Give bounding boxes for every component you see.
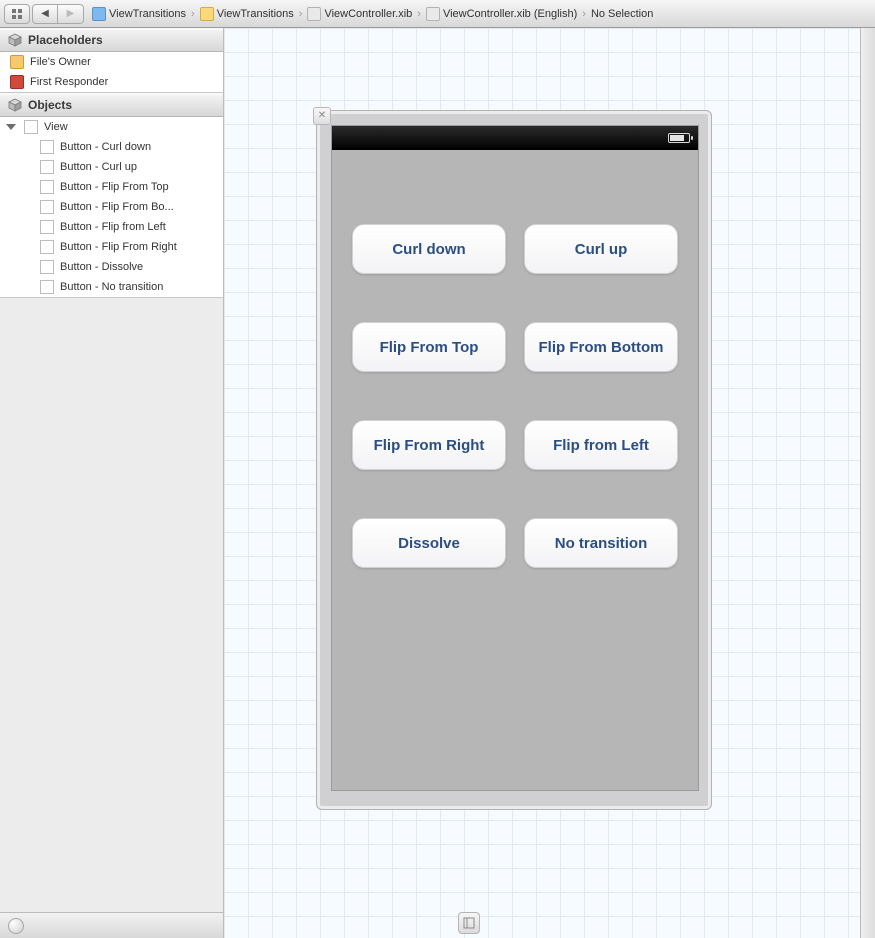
section-title: Objects <box>28 98 72 112</box>
canvas[interactable]: ✕ Curl down Curl up Flip From Top Flip F… <box>224 28 875 938</box>
button-label: Flip From Right <box>374 437 485 454</box>
breadcrumb: ViewTransitions › ViewTransitions › View… <box>86 7 653 21</box>
button-label: No transition <box>555 535 648 552</box>
section-title: Placeholders <box>28 33 103 47</box>
crumb-file[interactable]: ViewController.xib <box>307 7 412 21</box>
button-flip-from-right[interactable]: Flip From Right <box>352 420 506 470</box>
placeholder-label: First Responder <box>30 76 108 88</box>
button-flip-from-top[interactable]: Flip From Top <box>352 322 506 372</box>
object-view[interactable]: View <box>0 117 223 137</box>
disclosure-triangle-icon[interactable] <box>6 124 16 130</box>
crumb-label: ViewTransitions <box>217 8 294 20</box>
button-label: Flip From Bottom <box>539 339 664 356</box>
button-label: Curl up <box>575 241 628 258</box>
button-curl-down[interactable]: Curl down <box>352 224 506 274</box>
outline-footer <box>0 912 223 938</box>
crumb-folder[interactable]: ViewTransitions <box>200 7 294 21</box>
object-button[interactable]: Button - Flip From Bo... <box>0 197 223 217</box>
button-icon <box>40 180 54 194</box>
crumb-separator: › <box>296 8 306 20</box>
history-nav: ◀ ▶ <box>32 4 84 24</box>
object-button[interactable]: Button - Curl down <box>0 137 223 157</box>
button-icon <box>40 240 54 254</box>
button-label: Curl down <box>392 241 465 258</box>
placeholder-files-owner[interactable]: File's Owner <box>0 52 223 72</box>
view-container[interactable]: ✕ Curl down Curl up Flip From Top Flip F… <box>316 110 712 810</box>
top-toolbar: ◀ ▶ ViewTransitions › ViewTransitions › … <box>0 0 875 28</box>
object-label: Button - Flip From Bo... <box>60 201 174 213</box>
crumb-separator: › <box>579 8 589 20</box>
button-icon <box>40 260 54 274</box>
battery-icon <box>668 133 690 143</box>
crumb-label: ViewTransitions <box>109 8 186 20</box>
object-button[interactable]: Button - Curl up <box>0 157 223 177</box>
project-icon <box>92 7 106 21</box>
placeholders-list: File's Owner First Responder <box>0 52 223 93</box>
placeholders-header: Placeholders <box>0 28 223 52</box>
objects-list: View Button - Curl down Button - Curl up… <box>0 117 223 298</box>
crumb-project[interactable]: ViewTransitions <box>92 7 186 21</box>
button-dissolve[interactable]: Dissolve <box>352 518 506 568</box>
object-label: View <box>44 121 68 133</box>
object-label: Button - Curl up <box>60 161 137 173</box>
vertical-scrollbar[interactable] <box>860 28 875 938</box>
placeholder-first-responder[interactable]: First Responder <box>0 72 223 92</box>
crumb-selection[interactable]: No Selection <box>591 8 653 20</box>
device-view[interactable]: Curl down Curl up Flip From Top Flip Fro… <box>331 125 699 791</box>
button-icon <box>40 220 54 234</box>
crumb-separator: › <box>188 8 198 20</box>
button-label: Flip From Top <box>380 339 479 356</box>
crumb-label: ViewController.xib (English) <box>443 8 577 20</box>
object-button[interactable]: Button - Flip From Top <box>0 177 223 197</box>
toggle-outline-button[interactable] <box>458 912 480 934</box>
forward-button[interactable]: ▶ <box>58 4 84 24</box>
crumb-file-lang[interactable]: ViewController.xib (English) <box>426 7 577 21</box>
main-area: Placeholders File's Owner First Responde… <box>0 28 875 938</box>
button-icon <box>40 160 54 174</box>
status-bar <box>332 126 698 150</box>
button-icon <box>40 200 54 214</box>
filter-button[interactable] <box>8 918 24 934</box>
xib-icon <box>426 7 440 21</box>
object-children: Button - Curl down Button - Curl up Butt… <box>0 137 223 297</box>
view-icon <box>24 120 38 134</box>
cube-icon <box>8 98 22 112</box>
related-items-button[interactable] <box>4 4 30 24</box>
object-button[interactable]: Button - Dissolve <box>0 257 223 277</box>
close-icon[interactable]: ✕ <box>313 107 331 125</box>
object-button[interactable]: Button - Flip from Left <box>0 217 223 237</box>
files-owner-icon <box>10 55 24 69</box>
objects-header: Objects <box>0 93 223 117</box>
object-button[interactable]: Button - Flip From Right <box>0 237 223 257</box>
back-button[interactable]: ◀ <box>32 4 58 24</box>
object-label: Button - Flip From Top <box>60 181 169 193</box>
object-label: Button - Flip From Right <box>60 241 177 253</box>
button-no-transition[interactable]: No transition <box>524 518 678 568</box>
button-flip-from-left[interactable]: Flip from Left <box>524 420 678 470</box>
button-label: Flip from Left <box>553 437 649 454</box>
crumb-label: ViewController.xib <box>324 8 412 20</box>
button-icon <box>40 280 54 294</box>
first-responder-icon <box>10 75 24 89</box>
cube-icon <box>8 33 22 47</box>
object-label: Button - Curl down <box>60 141 151 153</box>
crumb-label: No Selection <box>591 8 653 20</box>
object-label: Button - Dissolve <box>60 261 143 273</box>
object-label: Button - Flip from Left <box>60 221 166 233</box>
button-curl-up[interactable]: Curl up <box>524 224 678 274</box>
object-button[interactable]: Button - No transition <box>0 277 223 297</box>
outline-spacer <box>0 298 223 912</box>
button-icon <box>40 140 54 154</box>
object-label: Button - No transition <box>60 281 163 293</box>
xib-icon <box>307 7 321 21</box>
button-grid: Curl down Curl up Flip From Top Flip Fro… <box>352 224 678 568</box>
button-flip-from-bottom[interactable]: Flip From Bottom <box>524 322 678 372</box>
folder-icon <box>200 7 214 21</box>
button-label: Dissolve <box>398 535 460 552</box>
document-outline: Placeholders File's Owner First Responde… <box>0 28 224 938</box>
placeholder-label: File's Owner <box>30 56 91 68</box>
crumb-separator: › <box>414 8 424 20</box>
